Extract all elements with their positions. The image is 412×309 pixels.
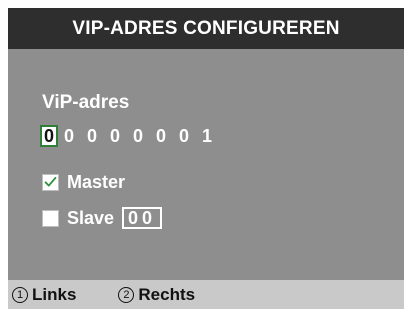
screen-title: VIP-ADRES CONFIGUREREN [8, 8, 404, 49]
address-digit[interactable]: 1 [200, 125, 214, 147]
vip-address-label: ViP-adres [42, 92, 130, 113]
key-2-icon: 2 [118, 286, 135, 303]
slave-checkbox[interactable] [42, 209, 59, 227]
key-1-icon: 1 [12, 286, 28, 303]
slave-label: Slave [67, 207, 115, 228]
vip-config-screen: VIP-ADRES CONFIGUREREN ViP-adres 0 0 0 0… [8, 8, 404, 309]
slave-option[interactable]: Slave 00 [42, 206, 163, 230]
soft-key-bar: 1 Links 2 Rechts [8, 280, 404, 309]
master-checkbox[interactable] [42, 173, 59, 191]
address-digit[interactable]: 0 [108, 125, 122, 147]
check-icon [44, 176, 57, 187]
address-digit[interactable]: 0 [62, 125, 76, 147]
address-digit[interactable]: 0 [154, 125, 168, 147]
soft-key-right-label: Rechts [138, 284, 196, 304]
address-digit[interactable]: 0 [131, 125, 145, 147]
master-label: Master [67, 171, 126, 192]
soft-key-right[interactable]: 2 Rechts [118, 285, 195, 305]
master-option[interactable]: Master [42, 170, 125, 194]
soft-key-left[interactable]: 1 Links [12, 285, 76, 305]
address-digit[interactable]: 0 [85, 125, 99, 147]
address-digit[interactable]: 0 [177, 125, 191, 147]
address-digit[interactable]: 0 [40, 125, 58, 147]
slave-address-field[interactable]: 00 [122, 207, 163, 229]
vip-address-input[interactable]: 0 0 0 0 0 0 0 1 [40, 124, 223, 148]
soft-key-left-label: Links [32, 284, 77, 304]
